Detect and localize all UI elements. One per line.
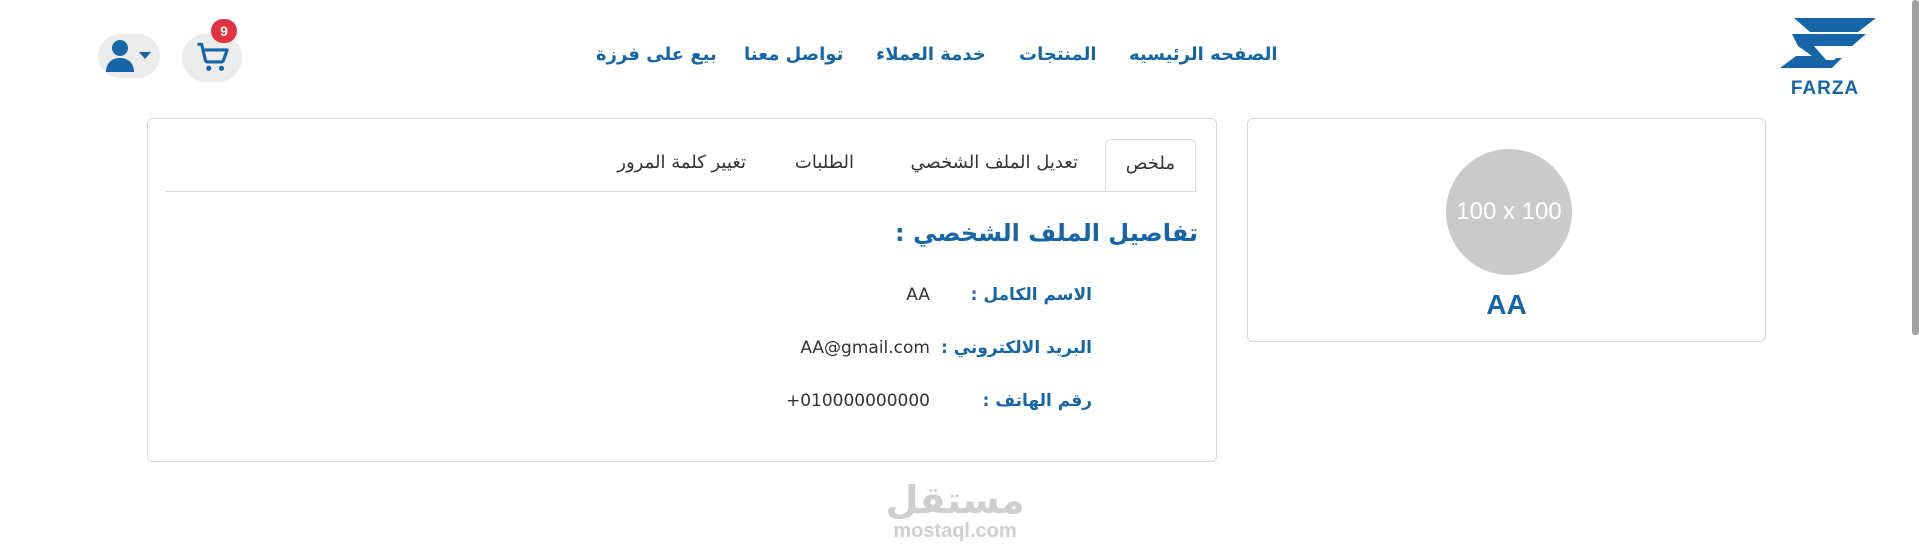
caret-down-icon — [139, 52, 151, 59]
profile-details-title: تفاصيل الملف الشخصي : — [895, 219, 1198, 247]
cart-count-badge: 9 — [211, 19, 237, 43]
nav-sell[interactable]: بيع على فرزة — [596, 44, 717, 65]
nav-contact[interactable]: تواصل معنا — [744, 44, 843, 65]
profile-name: AA — [1486, 289, 1527, 320]
phone-value: +010000000000 — [785, 391, 930, 411]
tab-summary[interactable]: ملخص — [1104, 139, 1196, 191]
cart-button[interactable] — [182, 34, 242, 82]
full-name-value: AA — [906, 285, 930, 305]
avatar: 100 x 100 — [1446, 149, 1572, 275]
tab-change-password[interactable]: تغيير كلمة المرور — [617, 139, 746, 191]
nav-customer-service[interactable]: خدمة العملاء — [876, 44, 986, 65]
phone-label: رقم الهاتف : — [982, 391, 1092, 411]
profile-details-card: ملخص تعديل الملف الشخصي الطلبات تغيير كل… — [147, 118, 1217, 462]
watermark-latin: mostaql.com — [893, 520, 1017, 542]
tabs-divider — [166, 191, 1195, 192]
email-label: البريد الالكتروني : — [941, 338, 1092, 358]
cart-icon — [197, 42, 229, 71]
mostaql-watermark: مستقل mostaql.com — [870, 480, 1040, 542]
main-nav: الصفحه الرئيسيه المنتجات خدمة العملاء تو… — [0, 44, 1919, 74]
brand-name: FARZA — [1790, 78, 1860, 99]
user-menu-button[interactable] — [98, 34, 160, 78]
email-value: AA@gmail.com — [800, 338, 930, 358]
user-icon — [106, 40, 134, 72]
watermark-arabic: مستقل — [885, 478, 1025, 522]
full-name-label: الاسم الكامل : — [970, 285, 1092, 305]
tab-orders[interactable]: الطلبات — [795, 139, 854, 191]
profile-card: 100 x 100 AA — [1247, 118, 1766, 342]
nav-products[interactable]: المنتجات — [1019, 44, 1097, 65]
page-scrollbar[interactable] — [1912, 0, 1919, 335]
nav-home[interactable]: الصفحه الرئيسيه — [1129, 44, 1278, 65]
tab-edit-profile[interactable]: تعديل الملف الشخصي — [911, 139, 1078, 191]
